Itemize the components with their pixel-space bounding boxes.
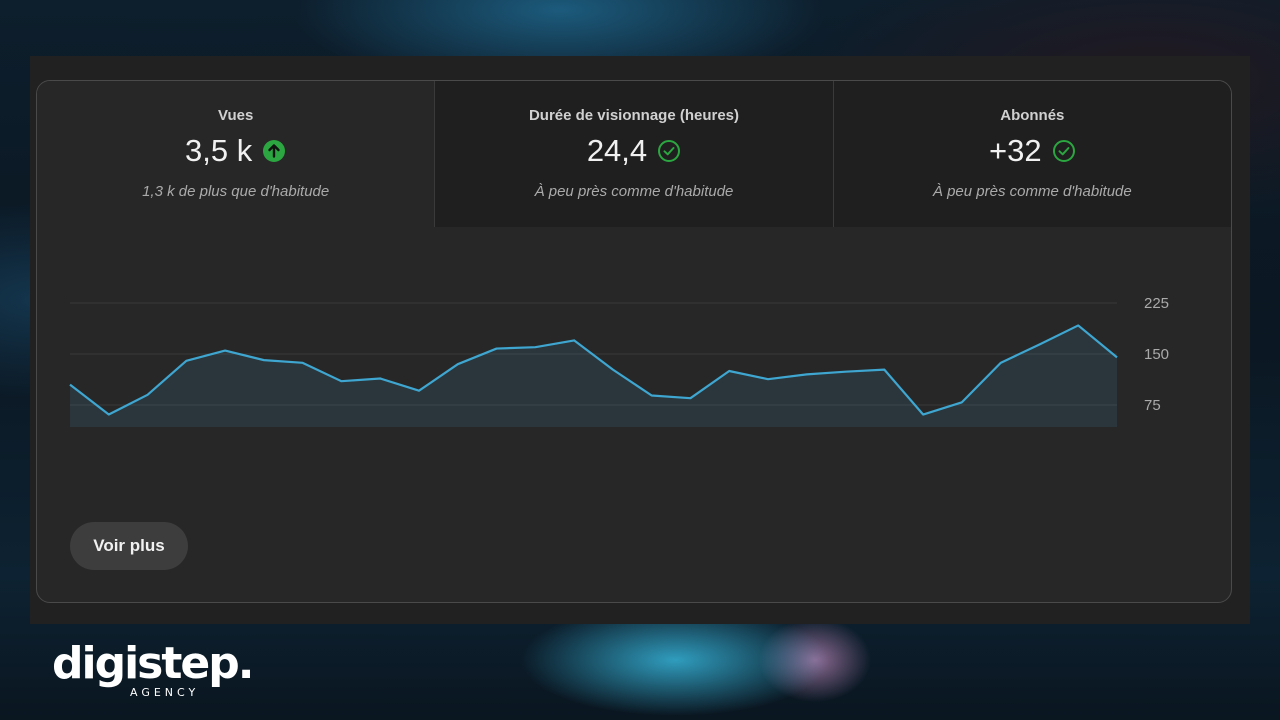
check-circle-icon xyxy=(1052,139,1076,163)
tab-label: Durée de visionnage (heures) xyxy=(528,107,740,124)
metric-value: +32 xyxy=(989,133,1042,168)
metric-comparison: À peu près comme d'habitude xyxy=(932,183,1132,200)
y-tick-label: 225 xyxy=(1144,295,1169,312)
y-tick-label: 150 xyxy=(1144,346,1169,363)
arrow-up-icon xyxy=(262,139,286,163)
series-area xyxy=(70,325,1117,427)
metric-tabs: Vues 3,5 k 1,3 k de plus que d'habitude … xyxy=(37,81,1231,227)
tab-subscribers[interactable]: Abonnés +32 À peu près comme d'habitude xyxy=(832,81,1231,227)
metric-value: 3,5 k xyxy=(185,133,253,168)
digistep-logo: digistep. AGENCY xyxy=(52,638,254,704)
tab-label: Abonnés xyxy=(1000,107,1065,124)
tab-label: Vues xyxy=(218,107,254,124)
metric-value: 24,4 xyxy=(586,133,648,168)
y-tick-label: 75 xyxy=(1144,397,1161,414)
metric-comparison: 1,3 k de plus que d'habitude xyxy=(142,183,330,200)
see-more-button[interactable]: Voir plus xyxy=(70,522,188,570)
logo-wordmark: digistep. xyxy=(52,638,254,689)
analytics-card: Vues 3,5 k 1,3 k de plus que d'habitude … xyxy=(36,80,1232,603)
check-circle-icon xyxy=(657,139,681,163)
tab-views[interactable]: Vues 3,5 k 1,3 k de plus que d'habitude xyxy=(37,81,435,227)
metric-comparison: À peu près comme d'habitude xyxy=(534,183,734,200)
tab-watch-time[interactable]: Durée de visionnage (heures) 24,4 À peu … xyxy=(434,81,833,227)
logo-subtext: AGENCY xyxy=(130,686,200,699)
views-area-chart: 07515022519 sept. 2...24 sept. 202428 se… xyxy=(69,295,1169,427)
